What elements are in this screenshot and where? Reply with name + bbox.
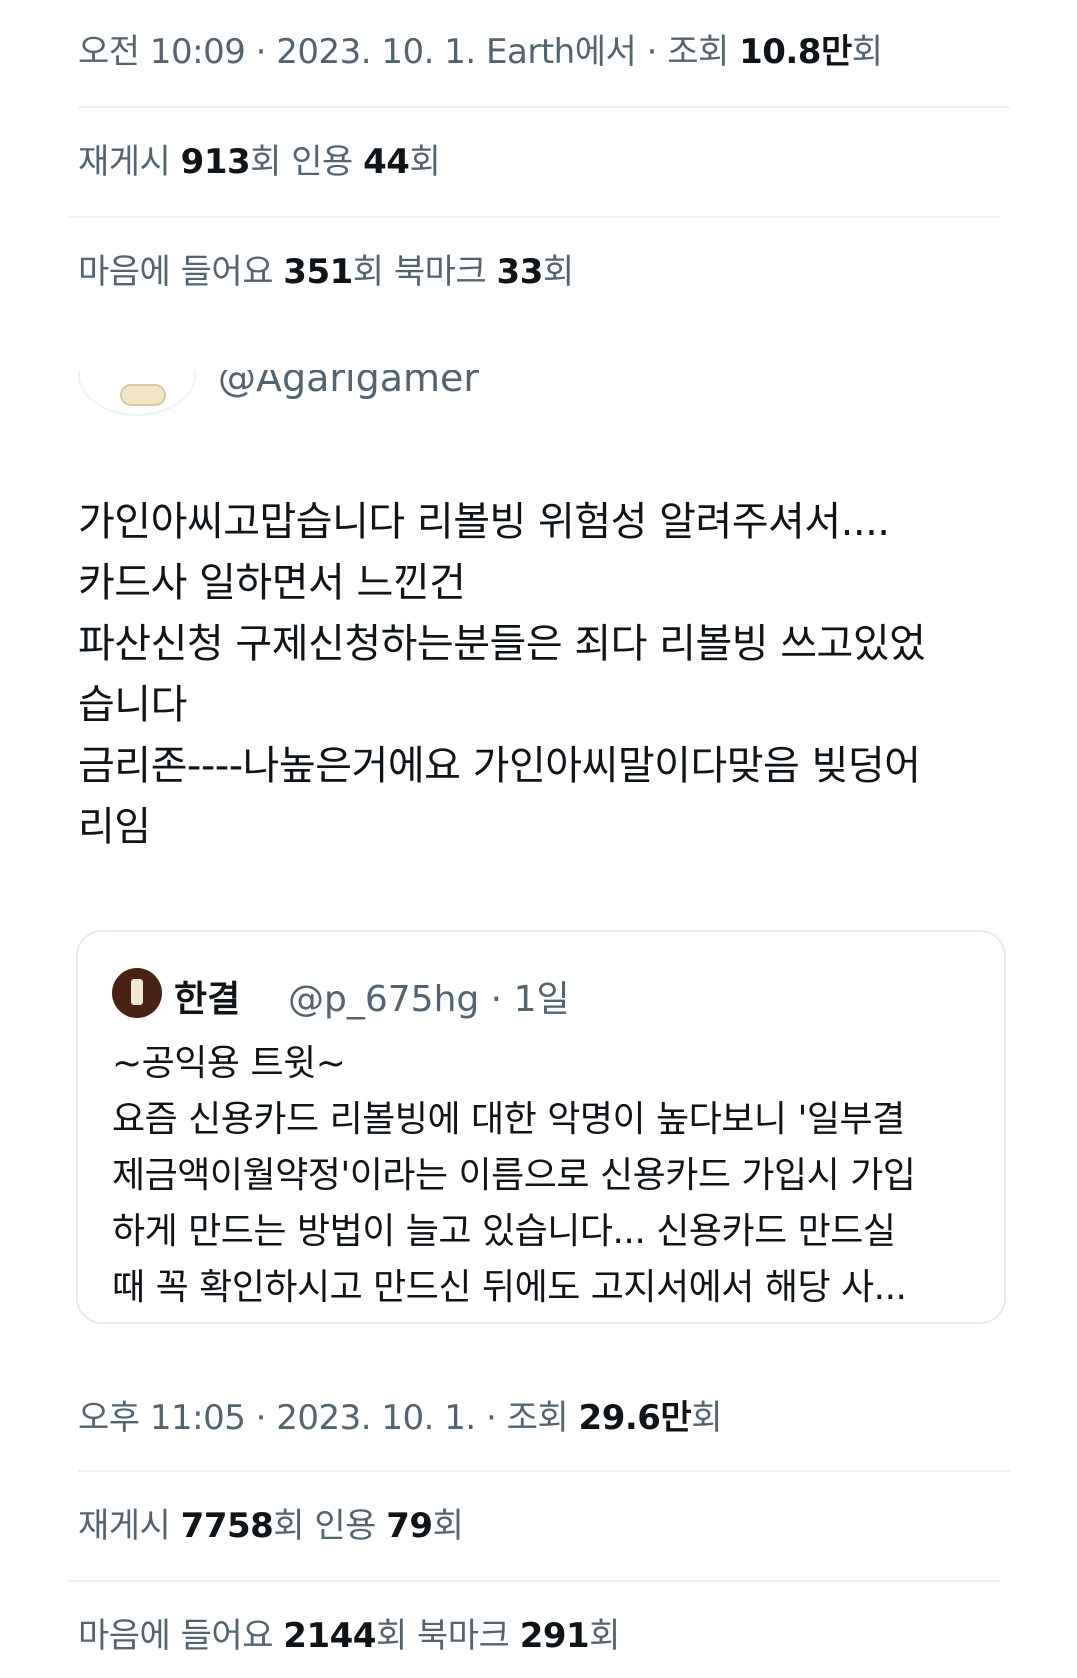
tweet-stats-likes: 마음에 들어요 2144회 북마크 291회 (78, 1608, 620, 1657)
quoted-author-handle: @p_675hg · 1일 (288, 979, 570, 1020)
quote-unit: 회 (409, 142, 441, 182)
prev-tweet-timestamp[interactable]: 오전 10:09 · 2023. 10. 1. Earth에서 · 조회 10.… (78, 24, 883, 73)
view-count: 29.6만 (578, 1398, 692, 1438)
retweet-count[interactable]: 7758 (181, 1506, 274, 1546)
quoted-author-name: 한결 (174, 979, 241, 1020)
avatar[interactable] (78, 370, 196, 416)
author-handle[interactable]: @Agarigamer (218, 370, 479, 400)
like-label: 마음에 들어요 (78, 252, 284, 292)
bookmark-count[interactable]: 33 (497, 252, 544, 292)
quote-count[interactable]: 79 (386, 1506, 433, 1546)
retweet-unit: 회 인용 (273, 1506, 387, 1546)
quoted-tweet-card[interactable]: 한결 @p_675hg · 1일 ~공익용 트윗~ 요즘 신용카드 리볼빙에 대… (76, 930, 1006, 1324)
like-count[interactable]: 2144 (283, 1616, 376, 1656)
bookmark-unit: 회 (542, 252, 574, 292)
timestamp-text: 오전 10:09 · 2023. 10. 1. Earth에서 · 조회 (78, 32, 740, 72)
like-unit: 회 북마크 (352, 252, 497, 292)
quote-unit: 회 (432, 1506, 464, 1546)
quoted-avatar (112, 968, 162, 1018)
bookmark-unit: 회 (589, 1616, 620, 1656)
retweet-count[interactable]: 913 (181, 142, 251, 182)
like-label: 마음에 들어요 (78, 1616, 284, 1656)
view-unit: 회 (691, 1398, 722, 1438)
divider (78, 1470, 1010, 1472)
divider (78, 106, 1010, 108)
timestamp-text: 오후 11:05 · 2023. 10. 1. · 조회 (78, 1398, 579, 1438)
retweet-unit: 회 인용 (250, 142, 364, 182)
prev-tweet-stats-retweets: 재게시 913회 인용 44회 (78, 134, 441, 183)
quote-count[interactable]: 44 (363, 142, 410, 182)
retweet-label: 재게시 (78, 1506, 181, 1546)
tweet-text: 가인아씨고맙습니다 리볼빙 위험성 알려주셔서.... 카드사 일하면서 느낀건… (78, 499, 926, 850)
tweet-author-row: @Agarigamer (78, 370, 978, 430)
divider (68, 216, 1000, 218)
like-unit: 회 북마크 (375, 1616, 520, 1656)
retweet-label: 재게시 (78, 142, 181, 182)
quoted-tweet-text: ~공익용 트윗~ 요즘 신용카드 리볼빙에 대한 악명이 높다보니 '일부결 제… (112, 1043, 916, 1308)
divider (68, 1580, 1000, 1582)
view-unit: 회 (851, 32, 883, 72)
like-count[interactable]: 351 (283, 252, 353, 292)
prev-tweet-stats-likes: 마음에 들어요 351회 북마크 33회 (78, 244, 574, 293)
bookmark-count[interactable]: 291 (520, 1616, 590, 1656)
cloud-icon (120, 384, 166, 406)
tweet-timestamp[interactable]: 오후 11:05 · 2023. 10. 1. · 조회 29.6만회 (78, 1390, 722, 1439)
tweet-stats-retweets: 재게시 7758회 인용 79회 (78, 1498, 464, 1547)
view-count: 10.8만 (739, 32, 852, 72)
